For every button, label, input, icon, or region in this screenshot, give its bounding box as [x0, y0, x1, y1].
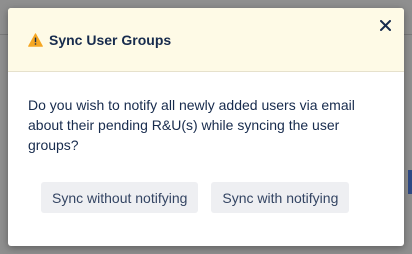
- dialog-message: Do you wish to notify all newly added us…: [28, 97, 355, 153]
- sync-with-notifying-button[interactable]: Sync with notifying: [211, 182, 350, 213]
- dialog-actions: Sync without notifying Sync with notifyi…: [41, 182, 350, 213]
- dialog-header: Sync User Groups: [8, 8, 404, 72]
- close-icon: [379, 19, 391, 31]
- close-button[interactable]: [376, 16, 394, 34]
- sync-user-groups-dialog: Sync User Groups Do you wish to notify a…: [8, 8, 404, 246]
- sync-without-notifying-button[interactable]: Sync without notifying: [41, 182, 199, 213]
- dialog-title: Sync User Groups: [49, 31, 172, 48]
- backdrop-button-edge: [408, 170, 412, 194]
- warning-icon: [28, 32, 43, 47]
